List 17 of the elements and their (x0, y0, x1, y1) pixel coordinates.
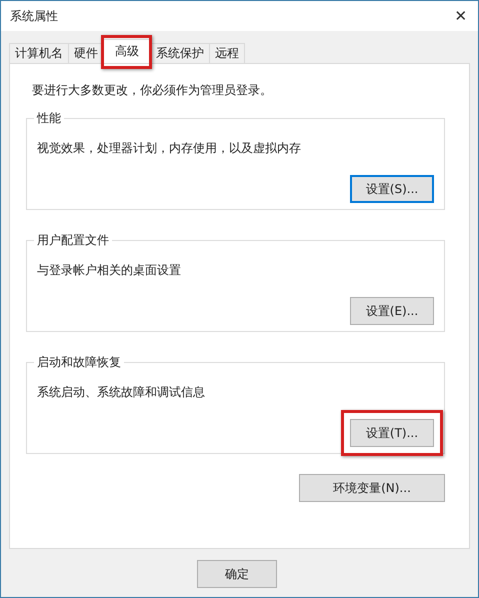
close-button[interactable]: ✕ (444, 1, 478, 31)
window-title: 系统属性 (10, 8, 58, 24)
environment-variables-button[interactable]: 环境变量(N)... (299, 474, 445, 502)
notice-text: 要进行大多数更改，你必须作为管理员登录。 (31, 82, 273, 99)
group-description: 与登录帐户相关的桌面设置 (37, 262, 182, 279)
group-description: 视觉效果，处理器计划，内存使用，以及虚拟内存 (37, 140, 302, 157)
settings-button[interactable]: 设置(S)... (350, 175, 434, 203)
tab[interactable]: 计算机名 (9, 43, 69, 63)
group-title: 性能 (34, 110, 64, 127)
ok-button[interactable]: 确定 (197, 560, 277, 588)
settings-button[interactable]: 设置(E)... (350, 297, 434, 325)
tab[interactable]: 远程 (209, 43, 245, 63)
tab[interactable]: 高级 (103, 39, 151, 63)
settings-button[interactable]: 设置(T)... (350, 419, 434, 447)
group-description: 系统启动、系统故障和调试信息 (37, 384, 206, 401)
group-title: 用户配置文件 (34, 232, 112, 249)
group-title: 启动和故障恢复 (34, 354, 124, 371)
